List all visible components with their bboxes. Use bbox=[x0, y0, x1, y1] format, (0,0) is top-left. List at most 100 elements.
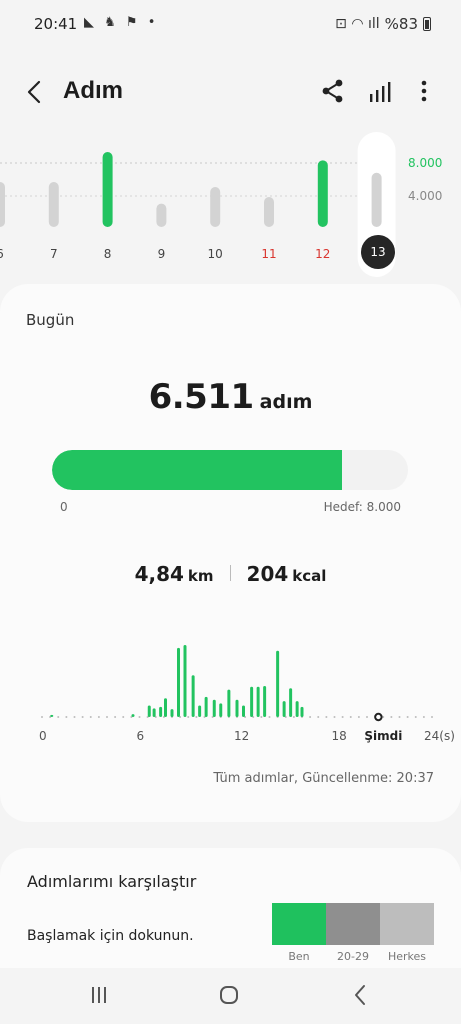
notification-icons: ◣ ♞ ⚑ • bbox=[84, 15, 159, 30]
compare-box-2 bbox=[380, 903, 434, 945]
hour-bar bbox=[147, 705, 151, 717]
status-bar: 20:41 ◣ ♞ ⚑ • ⊡ ◠ ıll %83 bbox=[0, 0, 461, 50]
hour-bar bbox=[164, 698, 167, 717]
hour-bar bbox=[282, 701, 286, 717]
distance-unit: km bbox=[187, 567, 214, 585]
now-marker bbox=[374, 712, 383, 722]
y-label-goal: 8.000 bbox=[408, 156, 443, 170]
day-bar-9[interactable] bbox=[156, 203, 167, 227]
today-metrics: 4,84 km 204 kcal bbox=[0, 562, 461, 586]
home-icon[interactable] bbox=[218, 984, 240, 1006]
hour-tick bbox=[97, 716, 100, 718]
day-bar-13[interactable] bbox=[371, 172, 382, 227]
hour-tick bbox=[187, 716, 190, 718]
day-bar-6[interactable] bbox=[0, 182, 5, 227]
hour-bar bbox=[300, 706, 304, 717]
day-label-6[interactable]: 6 bbox=[0, 247, 15, 261]
hour-tick bbox=[357, 716, 360, 718]
calories-unit: kcal bbox=[292, 567, 327, 585]
distance: 4,84 km bbox=[135, 562, 214, 586]
hour-bar bbox=[250, 686, 254, 717]
hour-tick bbox=[57, 716, 60, 718]
compare-label-1: 20-29 bbox=[337, 950, 369, 963]
hour-bar bbox=[219, 703, 223, 717]
hour-tick bbox=[333, 716, 336, 718]
day-bar-11[interactable] bbox=[264, 197, 274, 227]
hour-tick bbox=[106, 716, 108, 718]
hour-tick bbox=[431, 716, 433, 718]
compare-title: Adımlarımı karşılaştır bbox=[27, 872, 197, 891]
day-label-13[interactable]: 13 bbox=[361, 235, 395, 269]
hour-tick bbox=[398, 716, 401, 718]
day-bar-12[interactable] bbox=[317, 160, 328, 227]
signal-icons: ⊡ ◠ ıll bbox=[335, 16, 380, 32]
day-bar-10[interactable] bbox=[210, 187, 221, 227]
battery-icon bbox=[423, 17, 431, 31]
hour-bar bbox=[204, 696, 208, 717]
hour-tick bbox=[422, 716, 425, 718]
weekly-steps-chart[interactable]: 6 7 8 9 10 11 12 13 8.000 4.000 bbox=[0, 130, 461, 280]
hour-tick bbox=[317, 716, 320, 718]
hour-tick bbox=[114, 716, 117, 718]
hour-bar bbox=[289, 688, 293, 717]
hour-tick bbox=[195, 716, 198, 718]
hour-tick bbox=[390, 716, 393, 718]
hour-label: 6 bbox=[136, 729, 145, 743]
day-bar-8[interactable] bbox=[102, 152, 113, 227]
back-icon[interactable] bbox=[22, 76, 50, 108]
more-icon[interactable] bbox=[412, 77, 436, 105]
battery-percent: %83 bbox=[384, 15, 418, 33]
stats-icon[interactable] bbox=[366, 78, 394, 106]
day-label-10[interactable]: 10 bbox=[200, 247, 230, 261]
hour-tick bbox=[292, 716, 295, 718]
steps-unit: adım bbox=[259, 391, 313, 413]
day-bar-7[interactable] bbox=[48, 182, 59, 227]
recent-apps-icon[interactable] bbox=[88, 984, 110, 1006]
page-title: Adım bbox=[63, 77, 123, 104]
compare-box-1 bbox=[326, 903, 380, 945]
day-label-8[interactable]: 8 bbox=[93, 247, 123, 261]
hour-tick bbox=[341, 716, 344, 718]
hour-bar bbox=[242, 705, 245, 717]
goal-progress-fill bbox=[52, 450, 342, 490]
day-label-7[interactable]: 7 bbox=[39, 247, 69, 261]
share-icon[interactable] bbox=[319, 77, 347, 105]
updated-text: Tüm adımlar, Güncellenme: 20:37 bbox=[213, 771, 434, 786]
hour-tick bbox=[89, 716, 92, 718]
hour-tick bbox=[122, 716, 125, 718]
hour-bar bbox=[131, 714, 135, 717]
distance-value: 4,84 bbox=[134, 562, 184, 586]
hour-bar bbox=[235, 699, 239, 717]
hour-label: Şimdi bbox=[364, 729, 403, 743]
day-label-9[interactable]: 9 bbox=[146, 247, 176, 261]
day-label-11[interactable]: 11 bbox=[254, 247, 284, 261]
hour-bar bbox=[263, 686, 267, 717]
hour-bar bbox=[159, 706, 163, 717]
hour-tick bbox=[260, 716, 263, 718]
hour-bar bbox=[50, 714, 54, 717]
navigation-bar bbox=[0, 968, 461, 1024]
hour-bar bbox=[183, 645, 187, 717]
hour-tick bbox=[41, 716, 43, 718]
hour-tick bbox=[65, 716, 68, 718]
hour-tick bbox=[138, 716, 141, 718]
nav-back-icon[interactable] bbox=[350, 982, 370, 1008]
hour-label: 24(s) bbox=[424, 729, 455, 743]
hour-bar bbox=[191, 675, 195, 717]
hour-bar bbox=[295, 701, 299, 717]
compare-hint: Başlamak için dokunun. bbox=[27, 928, 194, 944]
day-label-12[interactable]: 12 bbox=[308, 247, 338, 261]
steps-count: 6.511 adım bbox=[0, 377, 461, 417]
hour-bar bbox=[227, 689, 231, 717]
compare-label-0: Ben bbox=[288, 950, 310, 963]
hour-tick bbox=[414, 716, 417, 718]
today-title: Bugün bbox=[26, 311, 75, 329]
goal-label: Hedef: 8.000 bbox=[323, 500, 401, 514]
steps-value: 6.511 bbox=[148, 377, 255, 417]
compare-box-0 bbox=[272, 903, 326, 945]
calories-value: 204 bbox=[246, 562, 289, 586]
hour-tick bbox=[349, 716, 352, 718]
y-label-half: 4.000 bbox=[408, 189, 443, 203]
hour-bar bbox=[256, 686, 260, 717]
hour-label: 0 bbox=[39, 729, 47, 743]
